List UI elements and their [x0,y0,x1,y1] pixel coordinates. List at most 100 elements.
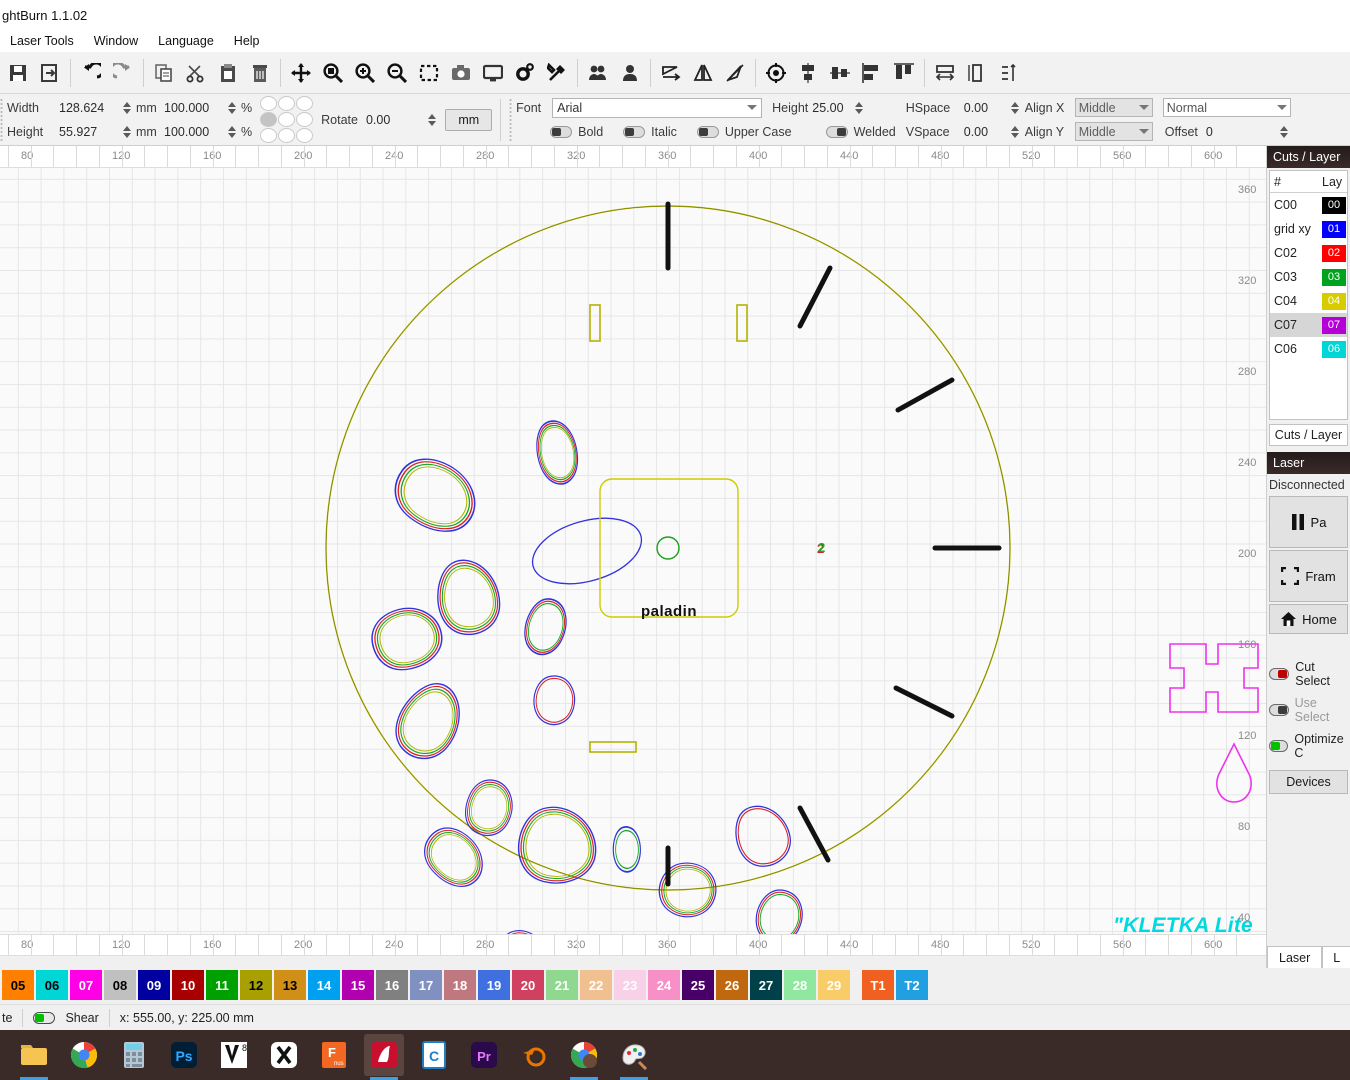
uppercase-toggle[interactable] [696,125,719,138]
layer-row-C04[interactable]: C04 04 [1270,289,1347,313]
paint-taskbar-button[interactable] [614,1034,654,1080]
vspace-value[interactable]: 0.00 [964,125,1006,139]
palette-chip-09[interactable]: 09 [138,970,170,1000]
palette-chip-29[interactable]: 29 [818,970,850,1000]
align-center-v-button[interactable] [792,56,824,90]
unit-button[interactable]: mm [445,108,493,131]
move-button[interactable] [285,56,317,90]
group-button[interactable] [582,56,614,90]
chrome2-taskbar-button[interactable] [564,1034,604,1080]
aligny-select[interactable]: Middle [1074,122,1153,141]
rotate-value[interactable]: 0.00 [366,113,390,127]
pause-button[interactable]: Pa [1269,496,1348,548]
toggle-optimize-c[interactable]: Optimize C [1267,728,1350,764]
frame-select-button[interactable] [413,56,445,90]
palette-chip-17[interactable]: 17 [410,970,442,1000]
shear-toggle[interactable] [33,1011,56,1024]
ungroup-button[interactable] [614,56,646,90]
palette-chip-22[interactable]: 22 [580,970,612,1000]
layer-row-C03[interactable]: C03 03 [1270,265,1347,289]
bold-toggle[interactable] [550,125,573,138]
copy-button[interactable] [148,56,180,90]
layer-color-swatch[interactable]: 07 [1322,316,1346,334]
layer-color-swatch[interactable]: 02 [1322,244,1346,262]
cuts-layers-tab[interactable]: Cuts / Layer [1269,424,1348,446]
palette-chip-06[interactable]: 06 [36,970,68,1000]
paste-button[interactable] [212,56,244,90]
palette-chip-26[interactable]: 26 [716,970,748,1000]
palette-chip-24[interactable]: 24 [648,970,680,1000]
capcut-taskbar-button[interactable] [264,1034,304,1076]
hspace-value[interactable]: 0.00 [964,101,1006,115]
redo-button[interactable] [107,56,139,90]
design-canvas[interactable]: 2 2 paladin "KLETKA Lite by Dimitar Pa w… [0,168,1266,934]
rotate-button[interactable] [719,56,751,90]
flip-horizontal-button[interactable] [655,56,687,90]
calculator-taskbar-button[interactable] [114,1034,154,1076]
tab-laser[interactable]: Laser [1267,946,1323,970]
layer-row-C00[interactable]: C00 00 [1270,193,1347,217]
spacing-button[interactable] [993,56,1025,90]
palette-chip-14[interactable]: 14 [308,970,340,1000]
palette-chip-19[interactable]: 19 [478,970,510,1000]
color-palette[interactable]: 05 06 07 08 09 10 11 12 13 14 15 16 17 18 19 20 21 22 23 24… [0,968,1350,1002]
align-center-h-button[interactable] [824,56,856,90]
italic-toggle[interactable] [623,125,646,138]
horizontal-ruler-top[interactable]: 8012016020024028032036040044048052056060… [0,146,1350,168]
align-top-button[interactable] [888,56,920,90]
offset-value[interactable]: 0 [1206,125,1213,139]
palette-chip-05[interactable]: 05 [2,970,34,1000]
text-height-value[interactable]: 25.00 [812,101,843,115]
camera-button[interactable] [445,56,477,90]
menu-item-laser-tools[interactable]: Laser Tools [0,32,84,50]
fusion360-taskbar-button[interactable]: Fnus [314,1034,354,1076]
zoom-in-button[interactable] [349,56,381,90]
font-select[interactable]: Arial [552,97,763,118]
palette-chip-16[interactable]: 16 [376,970,408,1000]
layer-row-C06[interactable]: C06 06 [1270,337,1347,361]
anchor-bottom-center[interactable] [278,128,296,143]
save-button[interactable] [2,56,34,90]
anchor-bottom-left[interactable] [260,128,278,143]
center-button[interactable] [760,56,792,90]
drag-handle[interactable] [0,97,3,142]
toggle-switch[interactable] [1269,704,1289,716]
premiere-taskbar-button[interactable]: Pr [464,1034,504,1076]
palette-chip-25[interactable]: 25 [682,970,714,1000]
distribute-h-button[interactable] [929,56,961,90]
palette-chip-15[interactable]: 15 [342,970,374,1000]
menu-item-help[interactable]: Help [224,32,270,50]
settings-button[interactable] [509,56,541,90]
palette-chip-13[interactable]: 13 [274,970,306,1000]
anchor-top-left[interactable] [260,96,278,111]
vspace-stepper[interactable] [1010,123,1021,140]
text-style-select[interactable]: Normal [1162,98,1291,117]
height-percent-stepper[interactable] [226,123,237,140]
cut-button[interactable] [180,56,212,90]
palette-chip-21[interactable]: 21 [546,970,578,1000]
tools-button[interactable] [541,56,573,90]
rotate-stepper[interactable] [426,111,437,128]
align-left-button[interactable] [856,56,888,90]
toggle-use-select[interactable]: Use Select [1267,692,1350,728]
zoom-out-button[interactable] [381,56,413,90]
menu-item-language[interactable]: Language [148,32,224,50]
width-percent-stepper[interactable] [226,99,237,116]
palette-chip-18[interactable]: 18 [444,970,476,1000]
horizontal-ruler-bottom[interactable]: 8012016020024028032036040044048052056060… [0,934,1350,956]
anchor-middle-center[interactable] [278,112,296,127]
width-value[interactable]: 128.624 [59,101,117,115]
text-drag-handle[interactable] [509,97,513,142]
palette-chip-20[interactable]: 20 [512,970,544,1000]
flip-vertical-button[interactable] [687,56,719,90]
home-button[interactable]: Home [1269,604,1348,634]
cura-taskbar-button[interactable]: C [414,1034,454,1076]
lightburn-taskbar-button[interactable] [364,1034,404,1080]
width-percent-value[interactable]: 100.000 [164,101,222,115]
anchor-point-selector[interactable] [260,96,314,143]
palette-chip-T1[interactable]: T1 [862,970,894,1000]
vcarve-taskbar-button[interactable]: 8 [214,1034,254,1076]
layer-color-swatch[interactable]: 03 [1322,268,1346,286]
distribute-v-button[interactable] [961,56,993,90]
open-button[interactable] [34,56,66,90]
